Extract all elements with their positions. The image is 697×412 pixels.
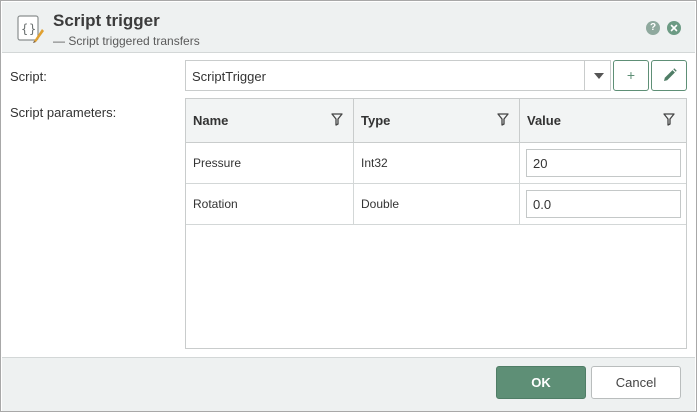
svg-text:{: { [21,22,28,36]
table-row: Pressure Int32 [186,143,686,184]
table-row: Rotation Double [186,184,686,225]
parameter-value-input[interactable] [526,190,681,218]
column-title-type: Type [361,113,391,128]
help-button[interactable]: ? [646,21,660,35]
grid-header: Name Type Value [186,99,686,143]
dialog-header: { } Script trigger — Script triggered tr… [2,2,695,53]
edit-script-button[interactable] [651,60,687,91]
cell-value [520,143,686,183]
column-header-value[interactable]: Value [520,99,686,142]
close-button[interactable] [667,21,681,35]
parameter-type: Double [361,197,400,211]
cancel-button[interactable]: Cancel [591,366,681,399]
parameter-value-input[interactable] [526,149,681,177]
script-braces-icon: { } [17,15,44,43]
parameter-type: Int32 [361,156,388,170]
cell-value [520,184,686,224]
column-header-type[interactable]: Type [354,99,520,142]
script-select-value: ScriptTrigger [192,69,266,84]
column-header-name[interactable]: Name [186,99,354,142]
pencil-icon [664,68,677,81]
filter-icon[interactable] [663,113,675,126]
ok-button[interactable]: OK [496,366,586,399]
dialog-footer: OK Cancel [2,357,695,411]
filter-icon[interactable] [497,113,509,126]
cell-name: Pressure [186,143,354,183]
parameter-name: Rotation [193,197,238,211]
dialog-subtitle: — Script triggered transfers [53,34,200,48]
dialog-title: Script trigger [53,11,160,30]
cell-type: Int32 [354,143,520,183]
script-select[interactable]: ScriptTrigger [185,60,611,91]
svg-text:}: } [29,22,36,36]
column-title-name: Name [193,113,229,128]
script-parameters-label: Script parameters: [10,105,117,120]
parameters-grid: Name Type Value Pressure Int32 20 Rotati… [185,98,687,349]
script-trigger-dialog: { } Script trigger — Script triggered tr… [0,0,697,412]
script-label: Script: [10,69,47,84]
column-title-value: Value [527,113,561,128]
cell-type: Double [354,184,520,224]
parameter-name: Pressure [193,156,242,170]
cell-name: Rotation [186,184,354,224]
chevron-down-icon [594,73,604,79]
select-divider [584,61,585,90]
plus-icon: + [626,67,636,83]
filter-icon[interactable] [331,113,343,126]
add-script-button[interactable]: + [613,60,649,91]
close-icon [670,24,678,32]
